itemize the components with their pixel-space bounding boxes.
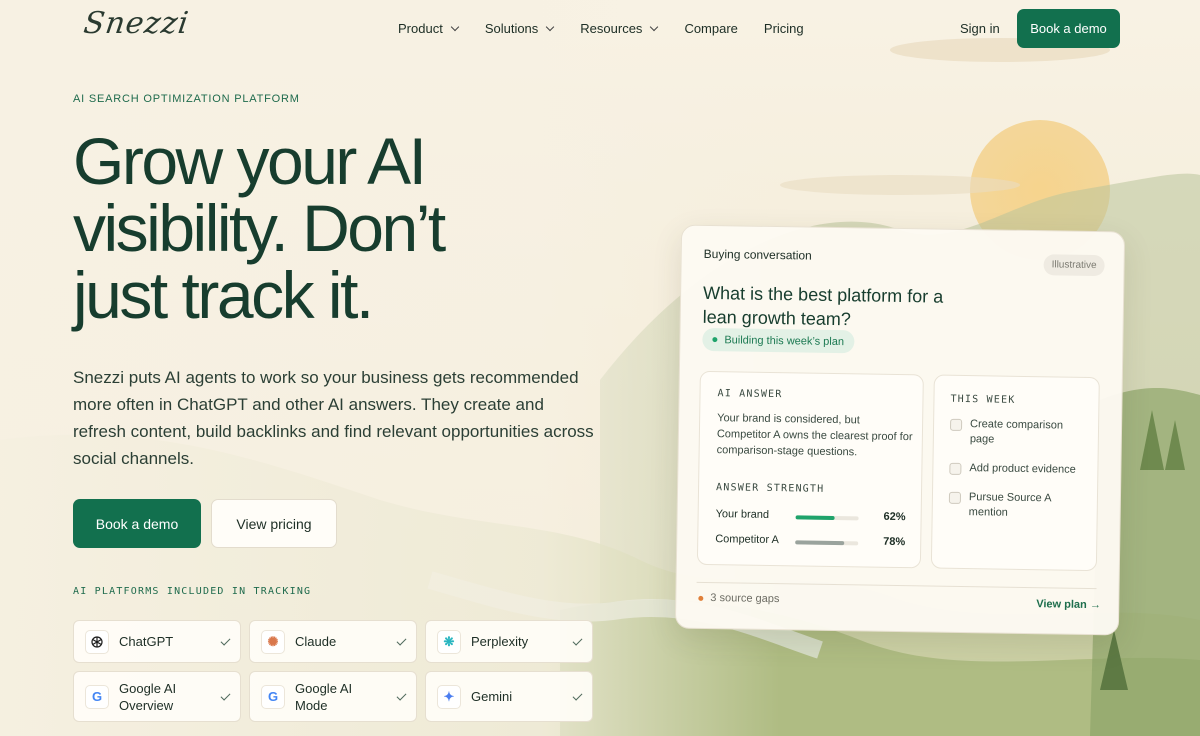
headline-line-2: visibility. Don’t [73, 191, 446, 265]
strength-track [795, 515, 859, 521]
chevron-down-icon [450, 22, 460, 31]
openai-icon [85, 629, 109, 654]
this-week-panel: THIS WEEK Create comparison page Add pro… [930, 374, 1100, 572]
gemini-icon: ✦ [437, 684, 461, 709]
illustrative-badge: Illustrative [1043, 254, 1105, 277]
this-week-title: THIS WEEK [950, 393, 1016, 406]
check-icon [396, 690, 407, 701]
task-label: Add product evidence [969, 462, 1076, 476]
strength-name: Your brand [715, 508, 770, 521]
view-pricing-button[interactable]: View pricing [211, 499, 337, 548]
claude-icon: ✺ [261, 629, 285, 654]
task-item[interactable]: Create comparison page [949, 417, 1090, 449]
status-dot-icon [698, 595, 704, 601]
platform-name: Google AI Mode [295, 680, 353, 713]
checkbox[interactable] [949, 462, 962, 475]
task-item[interactable]: Pursue Source A mention [948, 490, 1089, 522]
book-demo-nav-button[interactable]: Book a demo [1017, 9, 1120, 48]
google-icon: G [261, 684, 285, 709]
view-plan-link[interactable]: View plan → [1036, 598, 1101, 611]
check-icon [572, 690, 583, 701]
top-nav: Snezzi Product Solutions Resources Compa… [0, 0, 1200, 57]
platform-google-ai-mode[interactable]: G Google AI Mode [249, 671, 417, 722]
platform-gemini[interactable]: ✦ Gemini [425, 671, 593, 722]
ai-answer-panel: AI ANSWER Your brand is considered, but … [696, 370, 924, 569]
menu-compare[interactable]: Compare [684, 21, 737, 36]
hero-eyebrow: AI SEARCH OPTIMIZATION PLATFORM [73, 93, 300, 105]
buying-conversation-card: Buying conversation Illustrative What is… [674, 224, 1126, 636]
menu-resources[interactable]: Resources [580, 21, 659, 36]
ai-answer-text: Your brand is considered, but Competitor… [716, 412, 913, 459]
platform-google-ai-overview[interactable]: G Google AI Overview [73, 671, 241, 722]
platform-name: Claude [295, 634, 337, 649]
menu-resources-label: Resources [580, 21, 643, 36]
hero-headline: Grow your AI visibility. Don’t just trac… [73, 124, 446, 332]
main-menu: Product Solutions Resources Compare Pric… [398, 21, 804, 36]
menu-compare-label: Compare [684, 21, 738, 36]
card-label: Buying conversation [703, 246, 812, 263]
strength-value: 78% [883, 535, 906, 549]
check-icon [220, 635, 231, 646]
platform-claude[interactable]: ✺ Claude [249, 620, 417, 663]
google-icon: G [85, 684, 109, 709]
platform-name: Gemini [471, 689, 513, 704]
sign-in-link[interactable]: Sign in [960, 21, 1000, 36]
card-divider [696, 581, 1097, 590]
source-gaps: 3 source gaps [710, 592, 780, 606]
strength-value: 62% [883, 510, 906, 524]
menu-solutions-label: Solutions [484, 21, 539, 36]
platform-name: ChatGPT [119, 634, 174, 649]
check-icon [396, 635, 407, 646]
checkbox[interactable] [948, 491, 962, 504]
headline-line-3: just track it. [73, 258, 374, 332]
menu-product-label: Product [398, 21, 443, 36]
platforms-grid: ChatGPT ✺ Claude ❋ Perplexity G Google A… [73, 620, 593, 722]
check-icon [220, 690, 231, 701]
platform-name: Google AI Overview [119, 680, 177, 713]
headline-line-1: Grow your AI [73, 124, 427, 198]
book-demo-button[interactable]: Book a demo [73, 499, 201, 548]
chevron-down-icon [546, 22, 555, 31]
strength-bar [795, 540, 845, 546]
platforms-title: AI PLATFORMS INCLUDED IN TRACKING [73, 586, 312, 597]
chevron-down-icon [650, 22, 659, 31]
task-item[interactable]: Add product evidence [949, 461, 1089, 478]
platform-name: Perplexity [471, 634, 529, 649]
platform-perplexity[interactable]: ❋ Perplexity [425, 620, 593, 663]
perplexity-icon: ❋ [437, 629, 461, 654]
menu-product[interactable]: Product [398, 21, 460, 36]
menu-pricing[interactable]: Pricing [764, 21, 804, 36]
menu-solutions[interactable]: Solutions [484, 21, 555, 36]
status-pill: Building this week’s plan [702, 327, 855, 354]
ai-answer-title: AI ANSWER [717, 388, 783, 401]
strength-track [795, 540, 859, 546]
strength-row-brand: Your brand 62% [715, 508, 906, 527]
platform-chatgpt[interactable]: ChatGPT [73, 620, 241, 663]
logo[interactable]: Snezzi [82, 6, 192, 41]
menu-pricing-label: Pricing [763, 21, 804, 36]
check-icon [572, 635, 583, 646]
card-question: What is the best platform for a lean gro… [702, 282, 944, 330]
strength-name: Competitor A [715, 533, 779, 547]
task-label: Create comparison page [969, 418, 1064, 446]
strength-row-competitor: Competitor A 78% [715, 533, 905, 552]
checkbox[interactable] [949, 418, 963, 431]
strength-bar [795, 515, 835, 520]
task-label: Pursue Source A mention [968, 491, 1051, 519]
answer-strength-title: ANSWER STRENGTH [715, 482, 825, 495]
hero-description: Snezzi puts AI agents to work so your bu… [73, 368, 594, 468]
